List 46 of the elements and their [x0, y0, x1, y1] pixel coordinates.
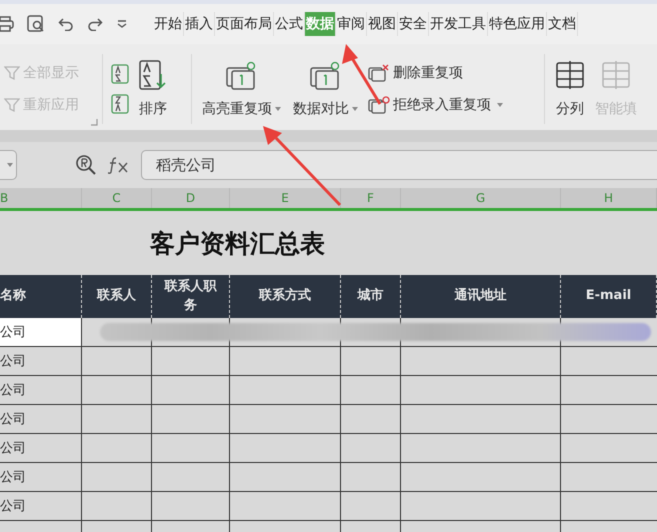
duplicate-tool-button[interactable]: 删除重复项: [366, 62, 505, 84]
table-cell[interactable]: 公司: [0, 434, 82, 463]
table-header-cell: 名称: [0, 275, 82, 318]
table-header-cell: 联系方式: [230, 275, 341, 318]
sort-descending-icon[interactable]: [111, 94, 129, 114]
sheet-title: 客户资料汇总表: [150, 228, 325, 260]
zoom-icon[interactable]: [75, 154, 97, 176]
duplicate-sheets-icon: [368, 96, 390, 114]
ribbon-tab[interactable]: 文档: [547, 12, 578, 36]
sort-icon: [139, 60, 167, 90]
formula-input[interactable]: 稻壳公司: [141, 150, 657, 180]
grid-icon: [601, 60, 631, 90]
ribbon-tab[interactable]: 视图: [367, 12, 398, 36]
print-icon[interactable]: [0, 16, 14, 32]
ribbon-tab[interactable]: 安全: [398, 12, 429, 36]
sort-button[interactable]: 排序: [135, 58, 171, 120]
duplicate-tool-button[interactable]: 拒绝录入重复项: [366, 94, 505, 116]
table-cell[interactable]: 公司: [0, 347, 82, 376]
filter-icon: [4, 65, 20, 81]
undo-icon[interactable]: [58, 17, 74, 31]
table-cell[interactable]: 公司: [0, 376, 82, 405]
filter-icon: [4, 97, 20, 113]
sort-ascending-icon[interactable]: [111, 64, 129, 84]
table-header-cell: 联系人: [82, 275, 152, 318]
ribbon-tab[interactable]: 插入: [184, 12, 215, 36]
duplicate-tool-button[interactable]: 高亮重复项: [198, 58, 285, 120]
grid-icon: [555, 60, 585, 90]
ribbon-tab[interactable]: 审阅: [336, 12, 367, 36]
table-header-cell: 城市: [341, 275, 401, 318]
ribbon-tab[interactable]: 页面布局: [215, 12, 274, 36]
duplicate-tool-button[interactable]: 数据对比: [289, 58, 362, 120]
data-tool-button[interactable]: 分列: [551, 58, 589, 120]
ribbon-tab[interactable]: 特色应用: [488, 12, 547, 36]
table-header-cell: 联系人职务: [152, 275, 230, 318]
customize-dropdown-icon[interactable]: [116, 19, 128, 29]
table-cell[interactable]: 公司: [0, 463, 82, 492]
table-header-cell: 通讯地址: [401, 275, 561, 318]
ribbon-tab[interactable]: 开始: [153, 12, 184, 36]
ribbon-tab[interactable]: 开发工具: [429, 12, 488, 36]
table-cell[interactable]: 公司: [0, 492, 82, 521]
table-cell[interactable]: 公司: [0, 318, 82, 347]
table-header-cell: E-mail: [561, 275, 657, 318]
duplicate-sheets-icon: [368, 64, 390, 82]
redo-icon[interactable]: [87, 17, 103, 31]
table-cell[interactable]: 公司: [0, 405, 82, 434]
print-preview-icon[interactable]: [27, 15, 45, 33]
